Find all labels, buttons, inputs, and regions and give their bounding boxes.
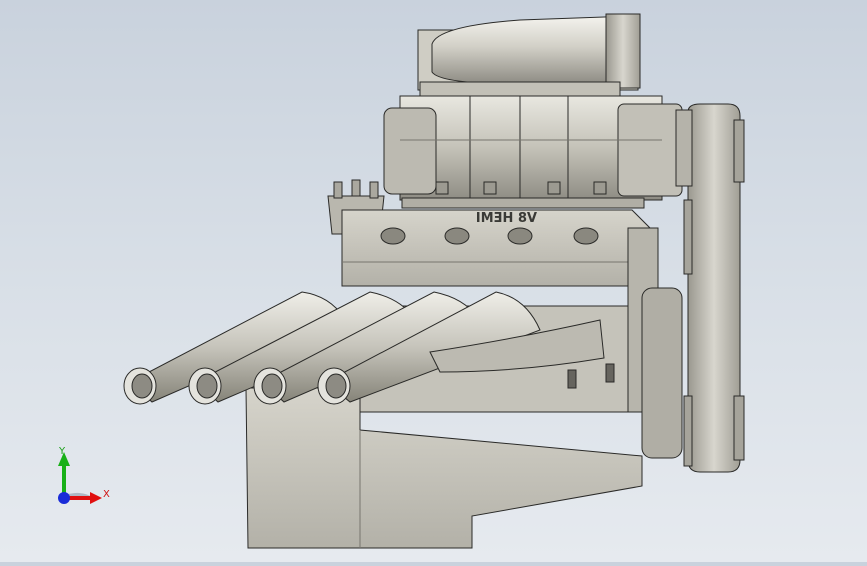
x-arrowhead — [90, 492, 102, 504]
view-triad[interactable]: Y X — [58, 446, 110, 504]
triad-x-label: X — [103, 489, 110, 500]
engine-model[interactable]: V8 HEMI Y X — [0, 0, 867, 562]
triad-y-label: Y — [58, 446, 66, 457]
z-axis-dot — [58, 492, 70, 504]
engraving-text: V8 HEMI — [476, 211, 537, 226]
air-scoop — [417, 13, 641, 99]
supercharger-blower — [383, 95, 683, 209]
drive-belt-housing — [675, 103, 745, 473]
cad-viewport[interactable]: V8 HEMI Y X — [0, 0, 867, 562]
